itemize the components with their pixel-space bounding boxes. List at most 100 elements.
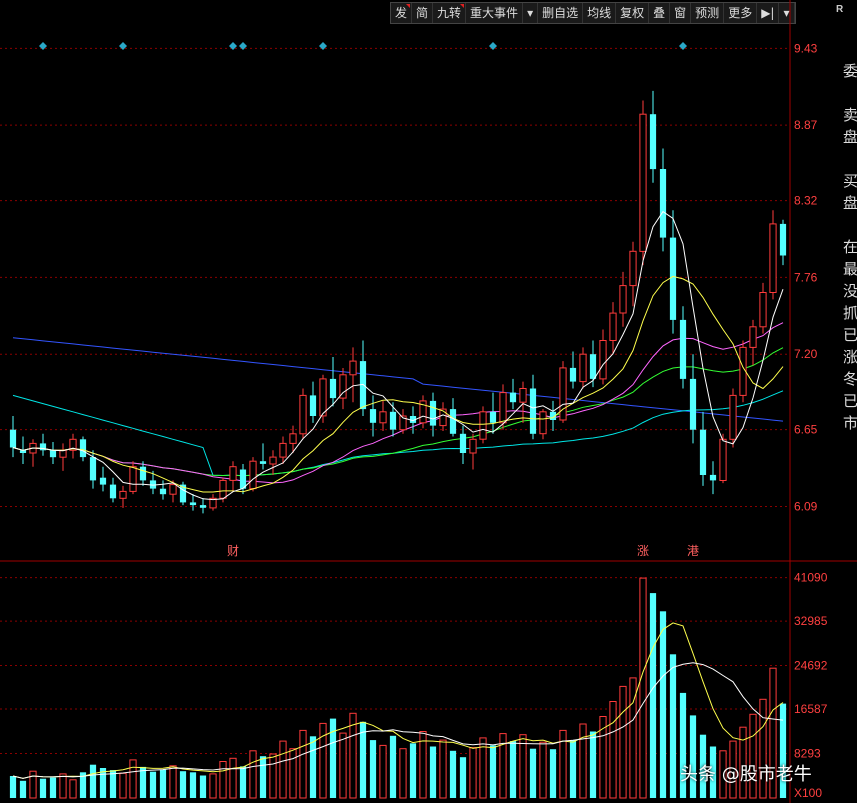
candle-body (349, 360, 357, 376)
candle-body (379, 411, 387, 424)
price-tick-label: 7.20 (794, 347, 818, 361)
candle-body (199, 505, 207, 508)
volume-bar (519, 734, 527, 799)
candle-body (319, 378, 327, 417)
side-panel-char: 买 (843, 172, 857, 190)
volume-bar (19, 780, 27, 798)
candle-body (169, 484, 177, 495)
candle-body (579, 353, 587, 383)
candle-body (49, 450, 57, 458)
candle-body (519, 388, 527, 403)
side-panel-char: 盘 (843, 128, 857, 146)
volume-bar (9, 776, 17, 798)
candle-body (439, 408, 447, 427)
ma10-line (12, 275, 784, 493)
volume-bar (159, 769, 167, 798)
candle-body (259, 461, 267, 464)
price-tick-label: 6.09 (794, 500, 818, 514)
volume-bar (449, 750, 457, 798)
candle-body (619, 285, 627, 314)
event-label: 涨 (637, 543, 649, 558)
volume-bar (609, 701, 617, 799)
event-label: 港 (687, 544, 699, 558)
candle-body (589, 354, 597, 379)
volume-bar (339, 732, 347, 799)
volume-bar (439, 739, 447, 799)
volume-bar (269, 753, 277, 799)
side-panel-char: 没 (843, 282, 857, 300)
volume-bar (149, 771, 157, 798)
volume-bar (619, 685, 627, 799)
candle-body (539, 411, 547, 435)
candle-body (229, 466, 237, 481)
side-panel-char: 盘 (843, 194, 857, 212)
volume-bar (39, 778, 47, 798)
price-tick-label: 8.87 (794, 118, 818, 132)
candle-body (529, 388, 537, 434)
volume-bar (639, 577, 647, 799)
candle-body (699, 429, 707, 475)
volume-bar (209, 773, 217, 799)
volume-ma5-line (12, 622, 784, 779)
volume-bar (509, 741, 517, 798)
candle-body (599, 340, 607, 380)
volume-bar (139, 766, 147, 798)
price-tick-label: 6.65 (794, 423, 818, 437)
volume-bar (229, 757, 237, 799)
volume-bar (389, 735, 397, 798)
volume-bar (379, 744, 387, 799)
side-panel-char: 涨 (843, 348, 857, 366)
volume-bar (279, 740, 287, 799)
volume-bar (489, 745, 497, 798)
volume-bar (29, 770, 37, 799)
candle-body (499, 392, 507, 424)
volume-bar (369, 740, 377, 798)
volume-bar (409, 743, 417, 798)
side-panel-char: 最 (843, 260, 857, 278)
volume-bar (649, 593, 657, 798)
volume-bar (219, 761, 227, 799)
volume-tick-label: 32985 (794, 614, 828, 628)
volume-bar (259, 756, 267, 798)
candle-body (109, 484, 117, 499)
volume-bar (119, 772, 127, 799)
candle-body (389, 411, 397, 430)
side-panel-char: 卖 (843, 106, 857, 124)
side-panel-char: 抓 (843, 304, 857, 322)
side-panel-char (843, 148, 857, 170)
candle-body (309, 395, 317, 416)
candle-body (749, 326, 757, 348)
candle-body (119, 490, 127, 499)
volume-bar (459, 757, 467, 798)
candle-body (219, 479, 227, 499)
volume-tick-label: 24692 (794, 659, 828, 673)
candle-body (459, 433, 467, 453)
candle-body (429, 400, 437, 426)
candle-body (279, 442, 287, 458)
candle-body (449, 409, 457, 434)
ma20-line (12, 322, 784, 484)
candle-body (299, 394, 307, 435)
candle-body (779, 223, 787, 256)
side-panel-char (843, 214, 857, 236)
volume-bar (539, 741, 547, 799)
candle-body (629, 250, 637, 287)
volume-bar (89, 764, 97, 798)
ma5-line (12, 210, 784, 501)
volume-bar (569, 740, 577, 798)
candle-body (469, 438, 477, 454)
volume-bar (189, 772, 197, 798)
candle-body (769, 223, 777, 293)
candle-body (329, 378, 337, 399)
candle-body (89, 457, 97, 481)
volume-tick-label: 41090 (794, 571, 828, 585)
volume-tick-label: 8293 (794, 747, 821, 761)
candle-body (669, 237, 677, 320)
volume-bar (529, 748, 537, 798)
side-panel-char: 已 (843, 392, 857, 410)
volume-bar (669, 654, 677, 798)
price-tick-label: 9.43 (794, 41, 818, 55)
volume-bar (169, 765, 177, 799)
candle-body (559, 367, 567, 421)
candle-body (139, 466, 147, 481)
